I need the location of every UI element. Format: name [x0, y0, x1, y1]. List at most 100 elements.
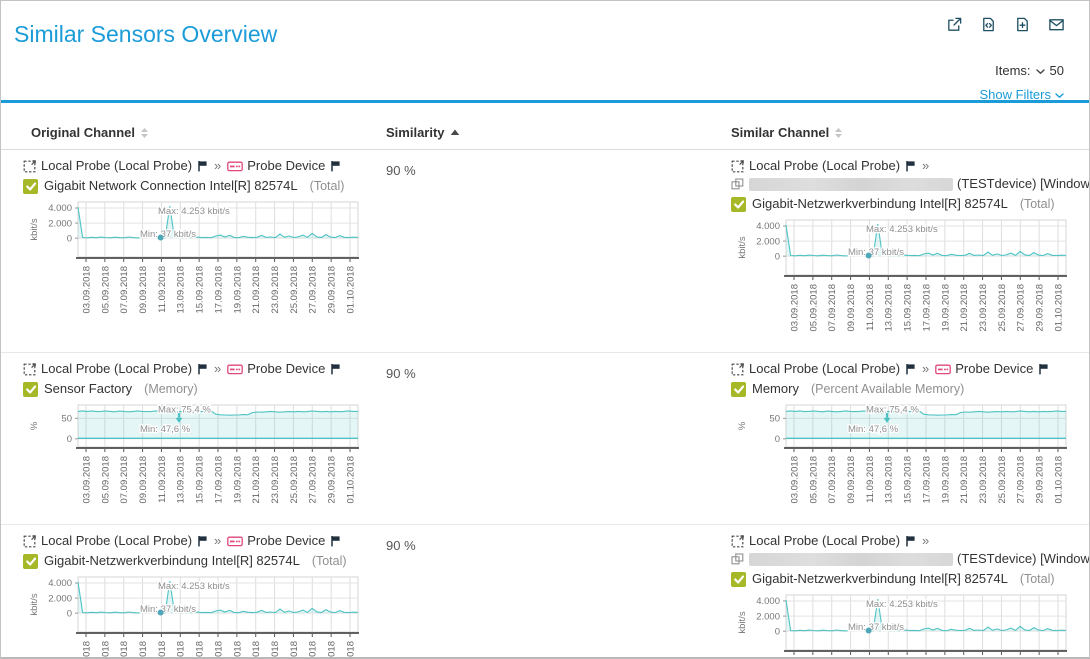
svg-text:17.09.2018: 17.09.2018 [213, 456, 224, 504]
mini-graph[interactable]: 05003.09.201805.09.201807.09.201809.09.2… [23, 401, 386, 516]
chevron-down-icon [1055, 91, 1064, 99]
svg-text:01.10.2018: 01.10.2018 [345, 456, 356, 504]
svg-text:11.09.2018: 11.09.2018 [865, 284, 876, 331]
svg-text:13.09.2018: 13.09.2018 [176, 266, 187, 314]
flag-icon [197, 160, 208, 172]
flag-icon [1038, 363, 1049, 375]
sensor-line: Gigabit-Netzwerkverbindung Intel[R] 8257… [23, 552, 386, 570]
similarity-value: 90 % [386, 360, 731, 516]
probe-link[interactable]: Local Probe (Local Probe) [41, 157, 192, 175]
xml-export-icon[interactable] [980, 16, 997, 33]
mini-graph[interactable]: 05003.09.201805.09.201807.09.201809.09.2… [731, 401, 1089, 516]
svg-text:4.000: 4.000 [756, 221, 780, 232]
device-link[interactable]: Probe Device [955, 360, 1033, 378]
column-label[interactable]: Similar Channel [731, 125, 829, 140]
probe-link[interactable]: Local Probe (Local Probe) [41, 532, 192, 550]
svg-text:Max: 4.253 kbit/s: Max: 4.253 kbit/s [866, 224, 938, 235]
svg-text:19.09.2018: 19.09.2018 [232, 641, 243, 657]
probe-icon [23, 159, 37, 173]
svg-text:0: 0 [67, 434, 72, 445]
device-link[interactable]: Probe Device [247, 157, 325, 175]
sensor-link[interactable]: Gigabit Network Connection Intel[R] 8257… [44, 177, 298, 195]
column-header-similar-channel[interactable]: Similar Channel [731, 125, 1089, 140]
mini-graph-svg[interactable]: 02.0004.00003.09.201805.09.201807.09.201… [731, 216, 1076, 339]
breadcrumb-separator: » [214, 157, 221, 175]
svg-text:01.10.2018: 01.10.2018 [345, 641, 356, 657]
sensor-link[interactable]: Gigabit-Netzwerkverbindung Intel[R] 8257… [752, 195, 1008, 213]
table-row: Local Probe (Local Probe) » Probe Device Gi… [1, 150, 1089, 353]
column-header-similarity[interactable]: Similarity [386, 125, 731, 140]
column-label[interactable]: Original Channel [23, 125, 135, 140]
sensor-line: Gigabit-Netzwerkverbindung Intel[R] 8257… [731, 570, 1089, 588]
mini-graph[interactable]: 02.0004.00003.09.201805.09.201807.09.201… [731, 216, 1089, 344]
svg-text:50: 50 [61, 414, 72, 425]
svg-text:23.09.2018: 23.09.2018 [270, 641, 281, 657]
mini-graph[interactable]: 02.0004.00003.09.201805.09.201807.09.201… [731, 591, 1089, 657]
svg-text:07.09.2018: 07.09.2018 [119, 641, 130, 657]
breadcrumb: Local Probe (Local Probe)»Probe Device [23, 532, 386, 550]
svg-text:17.09.2018: 17.09.2018 [213, 266, 224, 314]
mini-graph-svg[interactable]: 05003.09.201805.09.201807.09.201809.09.2… [731, 401, 1076, 511]
svg-text:13.09.2018: 13.09.2018 [176, 456, 187, 504]
probe-link[interactable]: Local Probe (Local Probe) [749, 360, 900, 378]
svg-text:0: 0 [67, 233, 72, 244]
email-icon[interactable] [1048, 16, 1065, 33]
svg-text:15.09.2018: 15.09.2018 [195, 456, 206, 504]
probe-link[interactable]: Local Probe (Local Probe) [749, 157, 900, 175]
sensor-line: Sensor Factory(Memory) [23, 380, 386, 398]
column-label[interactable]: Similarity [386, 125, 445, 140]
svg-text:05.09.2018: 05.09.2018 [100, 266, 111, 314]
add-report-icon[interactable] [1014, 16, 1031, 33]
sensor-link[interactable]: Sensor Factory [44, 380, 132, 398]
items-selector[interactable]: Items: 50 [995, 63, 1064, 78]
svg-text:29.09.2018: 29.09.2018 [327, 266, 338, 314]
probe-link[interactable]: Local Probe (Local Probe) [41, 360, 192, 378]
svg-text:21.09.2018: 21.09.2018 [251, 641, 262, 657]
device-link[interactable]: Probe Device [247, 532, 325, 550]
original-channel-cell: Local Probe (Local Probe)»Probe Device Gi… [23, 532, 386, 657]
svg-text:27.09.2018: 27.09.2018 [308, 641, 319, 657]
sensor-link[interactable]: Gigabit-Netzwerkverbindung Intel[R] 8257… [44, 552, 300, 570]
probe-link[interactable]: Local Probe (Local Probe) [749, 532, 900, 550]
svg-text:4.000: 4.000 [48, 578, 72, 589]
svg-text:27.09.2018: 27.09.2018 [1016, 456, 1027, 504]
mini-graph-svg[interactable]: 02.0004.00003.09.201805.09.201807.09.201… [23, 573, 368, 657]
mini-graph-svg[interactable]: 02.0004.00003.09.201805.09.201807.09.201… [731, 591, 1076, 657]
svg-text:23.09.2018: 23.09.2018 [270, 456, 281, 504]
svg-text:Max: 4.253 kbit/s: Max: 4.253 kbit/s [158, 581, 230, 592]
flag-icon [330, 160, 341, 172]
sensor-ok-check-icon [731, 197, 746, 212]
svg-text:11.09.2018: 11.09.2018 [157, 641, 168, 657]
column-header-original-channel[interactable]: Original Channel [23, 125, 386, 140]
device-icon [227, 364, 243, 375]
sensor-link[interactable]: Memory [752, 380, 799, 398]
breadcrumb-separator: » [922, 157, 929, 175]
mini-graph[interactable]: 02.0004.00003.09.201805.09.201807.09.201… [23, 573, 386, 657]
svg-text:17.09.2018: 17.09.2018 [921, 284, 932, 332]
svg-text:Min: 37 kbit/s: Min: 37 kbit/s [848, 247, 904, 258]
sensor-link[interactable]: Gigabit-Netzwerkverbindung Intel[R] 8257… [752, 570, 1008, 588]
mini-graph-svg[interactable]: 05003.09.201805.09.201807.09.201809.09.2… [23, 401, 368, 511]
device-link[interactable]: Probe Device [247, 360, 325, 378]
svg-text:17.09.2018: 17.09.2018 [213, 641, 224, 657]
svg-text:23.09.2018: 23.09.2018 [978, 284, 989, 332]
svg-text:13.09.2018: 13.09.2018 [176, 641, 187, 657]
device-icon [935, 364, 951, 375]
mini-graph[interactable]: 02.0004.00003.09.201805.09.201807.09.201… [23, 198, 386, 326]
svg-text:05.09.2018: 05.09.2018 [808, 456, 819, 504]
open-external-icon[interactable] [946, 16, 963, 33]
items-label: Items: [995, 63, 1030, 78]
breadcrumb: Local Probe (Local Probe) » Probe Device [23, 157, 386, 175]
probe-icon [731, 159, 745, 173]
probe-icon [23, 362, 37, 376]
sort-icon[interactable] [834, 127, 843, 139]
svg-text:07.09.2018: 07.09.2018 [119, 456, 130, 504]
sort-icon[interactable] [140, 127, 149, 139]
svg-text:2.000: 2.000 [48, 218, 72, 229]
svg-text:Max: 75,4 %: Max: 75,4 % [866, 405, 919, 416]
mini-graph-svg[interactable]: 02.0004.00003.09.201805.09.201807.09.201… [23, 198, 368, 321]
sort-asc-icon[interactable] [450, 129, 460, 136]
svg-text:Min: 47,6 %: Min: 47,6 % [140, 424, 191, 435]
similar-sensors-page: Similar Sensors Overview Items: 50 Show … [0, 0, 1090, 659]
sensor-ok-check-icon [23, 179, 38, 194]
